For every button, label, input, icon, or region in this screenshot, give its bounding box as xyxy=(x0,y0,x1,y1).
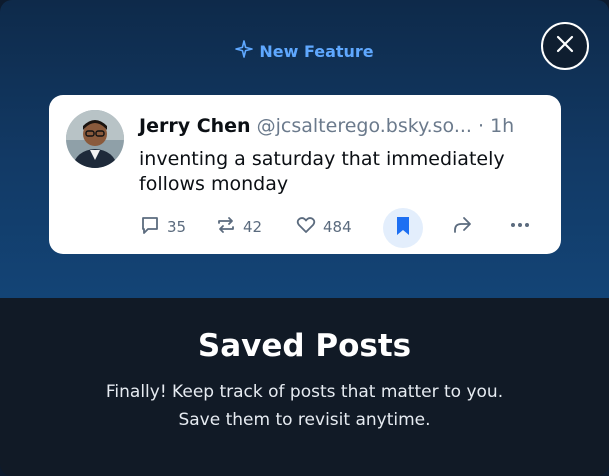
sparkle-icon xyxy=(235,40,254,62)
post-text-line: follows monday xyxy=(139,173,289,195)
repost-icon xyxy=(215,214,237,240)
reply-icon xyxy=(139,214,161,240)
post-header: Jerry Chen @jcsalterego.bsky.so... · 1h xyxy=(139,115,514,137)
share-button[interactable] xyxy=(451,207,473,247)
repost-button[interactable]: 42 xyxy=(215,207,262,247)
description-line: Save them to revisit anytime. xyxy=(178,410,431,430)
reply-count: 35 xyxy=(167,218,187,236)
more-icon xyxy=(509,214,531,240)
modal-description: Finally! Keep track of posts that matter… xyxy=(0,378,609,434)
reply-button[interactable]: 35 xyxy=(139,207,186,247)
new-feature-tag: New Feature xyxy=(0,40,609,62)
post-text-line: inventing a saturday that immediately xyxy=(139,148,505,170)
bookmark-button[interactable] xyxy=(383,208,423,248)
description-line: Finally! Keep track of posts that matter… xyxy=(105,382,504,402)
post-actions: 35 42 484 xyxy=(139,207,549,248)
post-text: inventing a saturday that immediately fo… xyxy=(139,147,549,197)
author-name[interactable]: Jerry Chen xyxy=(139,115,251,137)
sample-post-card: Jerry Chen @jcsalterego.bsky.so... · 1h … xyxy=(49,95,561,254)
like-count: 484 xyxy=(323,218,352,236)
heart-icon xyxy=(295,214,317,240)
share-icon xyxy=(451,214,473,240)
close-button[interactable] xyxy=(541,22,589,70)
post-time: · 1h xyxy=(478,115,515,137)
avatar xyxy=(66,110,124,168)
like-button[interactable]: 484 xyxy=(295,207,352,247)
more-options-button[interactable] xyxy=(509,207,531,247)
modal-title: Saved Posts xyxy=(197,328,412,364)
feature-hero: New Feature Jerry Chen @jcsalterego.bsky… xyxy=(0,0,609,298)
author-handle[interactable]: @jcsalterego.bsky.so... xyxy=(257,115,472,137)
repost-count: 42 xyxy=(243,218,263,236)
close-icon xyxy=(555,34,575,58)
saved-posts-modal: New Feature Jerry Chen @jcsalterego.bsky… xyxy=(0,0,609,476)
bookmark-icon xyxy=(393,215,413,241)
feature-tag-label: New Feature xyxy=(259,41,374,61)
